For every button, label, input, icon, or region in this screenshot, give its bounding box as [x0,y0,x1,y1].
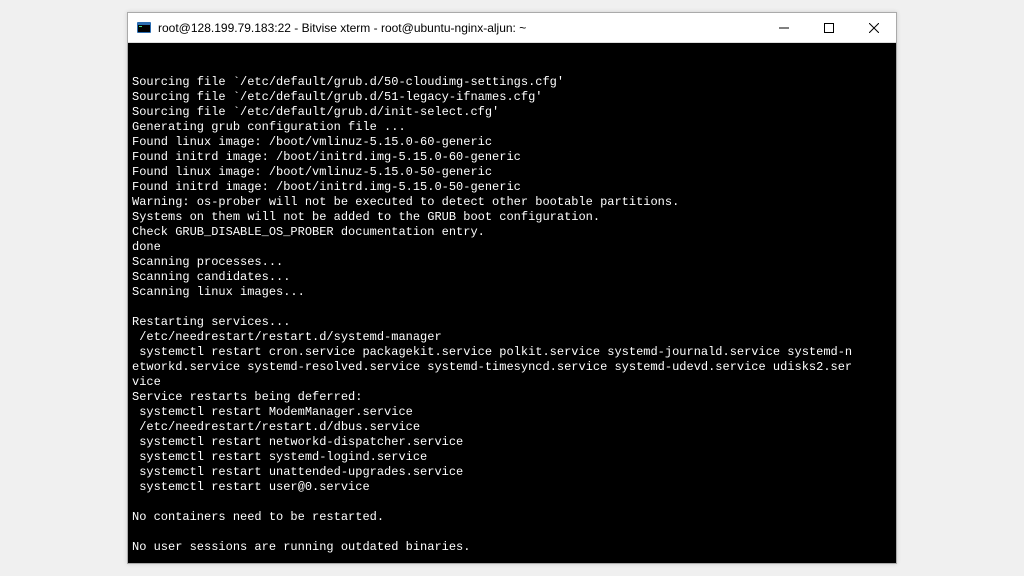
terminal-line: Found initrd image: /boot/initrd.img-5.1… [132,180,892,195]
terminal-line: Found linux image: /boot/vmlinuz-5.15.0-… [132,165,892,180]
terminal-line: Scanning candidates... [132,270,892,285]
terminal-line: Warning: os-prober will not be executed … [132,195,892,210]
terminal-line [132,300,892,315]
terminal-line: Sourcing file `/etc/default/grub.d/50-cl… [132,75,892,90]
terminal-line: No user sessions are running outdated bi… [132,540,892,555]
terminal-line: Found initrd image: /boot/initrd.img-5.1… [132,150,892,165]
terminal-line: systemctl restart systemd-logind.service [132,450,892,465]
titlebar[interactable]: root@128.199.79.183:22 - Bitvise xterm -… [128,13,896,43]
window-title: root@128.199.79.183:22 - Bitvise xterm -… [158,21,761,35]
terminal-line [132,555,892,563]
terminal-line [132,495,892,510]
terminal-line: systemctl restart cron.service packageki… [132,345,892,360]
app-icon [136,20,152,36]
terminal-line: /etc/needrestart/restart.d/dbus.service [132,420,892,435]
terminal-line: systemctl restart unattended-upgrades.se… [132,465,892,480]
terminal-line: vice [132,375,892,390]
close-button[interactable] [851,13,896,42]
terminal-line: No containers need to be restarted. [132,510,892,525]
terminal-line: Found linux image: /boot/vmlinuz-5.15.0-… [132,135,892,150]
maximize-button[interactable] [806,13,851,42]
terminal-line: Service restarts being deferred: [132,390,892,405]
terminal-window: root@128.199.79.183:22 - Bitvise xterm -… [127,12,897,564]
terminal-line: systemctl restart ModemManager.service [132,405,892,420]
window-controls [761,13,896,42]
terminal-line: systemctl restart user@0.service [132,480,892,495]
minimize-button[interactable] [761,13,806,42]
terminal-line: /etc/needrestart/restart.d/systemd-manag… [132,330,892,345]
terminal-line [132,525,892,540]
terminal-line: Check GRUB_DISABLE_OS_PROBER documentati… [132,225,892,240]
terminal-line: Systems on them will not be added to the… [132,210,892,225]
terminal-line: Restarting services... [132,315,892,330]
terminal-line: Sourcing file `/etc/default/grub.d/51-le… [132,90,892,105]
terminal-line: etworkd.service systemd-resolved.service… [132,360,892,375]
terminal-line: Scanning linux images... [132,285,892,300]
terminal-line: Scanning processes... [132,255,892,270]
terminal-line: Sourcing file `/etc/default/grub.d/init-… [132,105,892,120]
terminal-body[interactable]: Sourcing file `/etc/default/grub.d/50-cl… [128,43,896,563]
terminal-line: Generating grub configuration file ... [132,120,892,135]
terminal-line: systemctl restart networkd-dispatcher.se… [132,435,892,450]
terminal-line: done [132,240,892,255]
